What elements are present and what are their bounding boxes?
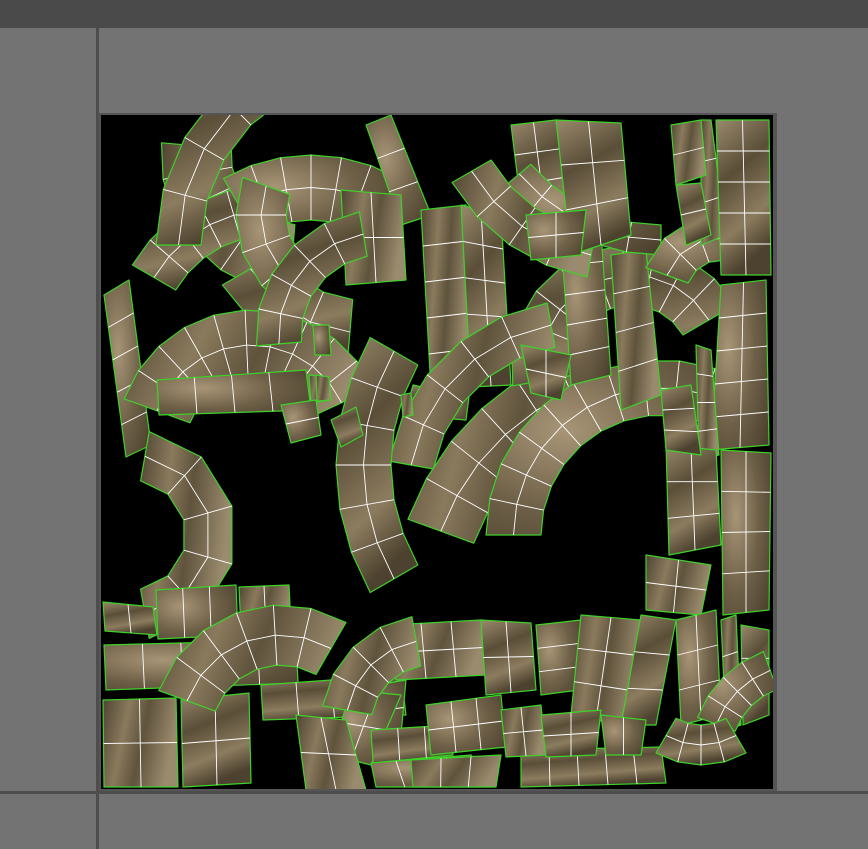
uv-shells [102, 115, 773, 789]
uv-shell[interactable] [280, 399, 322, 444]
uv-shell[interactable] [102, 601, 158, 636]
uv-shell[interactable] [410, 754, 502, 788]
uv-shell[interactable] [315, 374, 332, 402]
uv-layout[interactable] [101, 115, 773, 789]
uv-shell[interactable] [425, 694, 507, 756]
uv-shell[interactable] [400, 392, 414, 418]
top-toolbar [0, 0, 868, 28]
uv-shell[interactable] [670, 119, 707, 186]
uv-shell[interactable] [715, 119, 772, 276]
uv-shell[interactable] [665, 444, 722, 556]
uv-shell[interactable] [312, 324, 332, 356]
uv-viewport[interactable] [101, 115, 773, 789]
uv-shell[interactable] [710, 279, 770, 451]
u-axis-line [0, 791, 868, 794]
